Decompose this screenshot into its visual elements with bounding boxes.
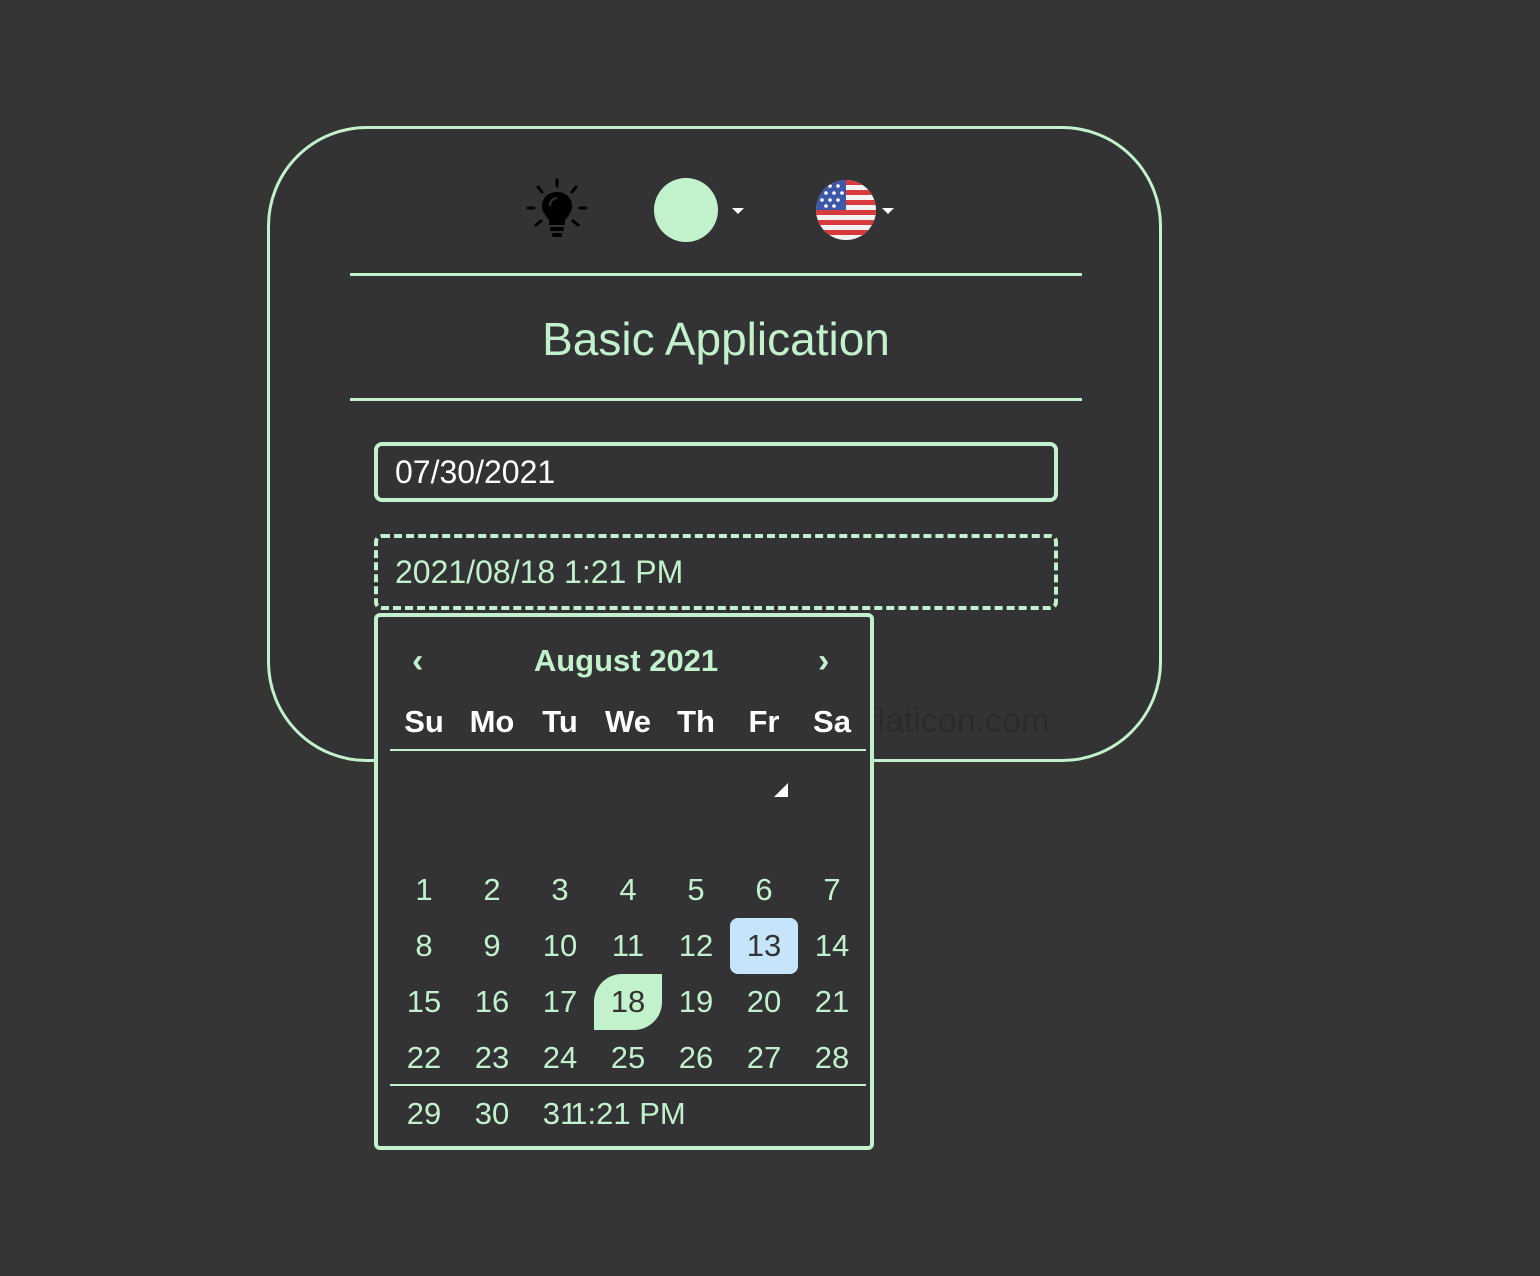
day-cell[interactable]: 11 (594, 918, 662, 974)
datepicker-popup: ‹ August 2021 › Su Mo Tu We Th Fr Sa 123456789… (374, 613, 874, 1150)
day-cell[interactable]: 20 (730, 974, 798, 1030)
day-cell[interactable]: 19 (662, 974, 730, 1030)
us-flag-icon[interactable] (816, 180, 876, 240)
date-input[interactable]: 07/30/2021 (374, 442, 1058, 502)
day-cell[interactable]: 5 (662, 862, 730, 918)
weekday-label: Tu (542, 704, 578, 739)
empty-day-cell (662, 806, 730, 862)
day-cell[interactable]: 27 (730, 1030, 798, 1086)
day-cell[interactable]: 22 (390, 1030, 458, 1086)
time-selector[interactable]: 1:21 PM (390, 1084, 866, 1142)
day-cell[interactable]: 7 (798, 862, 866, 918)
day-cell[interactable]: 8 (390, 918, 458, 974)
day-cell[interactable]: 24 (526, 1030, 594, 1086)
day-cell[interactable]: 23 (458, 1030, 526, 1086)
day-cell[interactable]: 14 (798, 918, 866, 974)
day-cell[interactable]: 18 (594, 974, 662, 1030)
day-cell[interactable]: 16 (458, 974, 526, 1030)
page-title: Basic Application (542, 313, 890, 365)
week-row (390, 806, 866, 862)
day-cell[interactable]: 4 (594, 862, 662, 918)
mouse-cursor-icon (774, 783, 788, 797)
day-cell[interactable]: 2 (458, 862, 526, 918)
empty-day-cell (594, 806, 662, 862)
day-cell[interactable]: 28 (798, 1030, 866, 1086)
day-cell[interactable]: 25 (594, 1030, 662, 1086)
day-cell[interactable]: 10 (526, 918, 594, 974)
lightbulb-icon[interactable] (526, 178, 588, 242)
empty-day-cell (458, 806, 526, 862)
empty-day-cell (730, 806, 798, 862)
day-cell[interactable]: 13 (730, 918, 798, 974)
header-divider-bottom (350, 398, 1082, 401)
weekday-label: Th (677, 704, 715, 739)
day-cell[interactable]: 9 (458, 918, 526, 974)
weekday-label: Mo (469, 704, 515, 739)
empty-day-cell (526, 806, 594, 862)
week-row: 15 16 17 18 19 20 21 (390, 974, 866, 1030)
weekday-label: Fr (748, 704, 780, 739)
week-row: 22 23 24 25 26 27 28 (390, 1030, 866, 1086)
month-title: August 2021 (533, 643, 719, 678)
theme-color-swatch[interactable] (654, 178, 718, 242)
datetime-input[interactable]: 2021/08/18 1:21 PM (374, 534, 1058, 610)
weekday-label: Su (404, 704, 444, 739)
empty-day-cell (390, 806, 458, 862)
header-divider-top (350, 273, 1082, 276)
day-cell[interactable]: 17 (526, 974, 594, 1030)
day-cell[interactable]: 15 (390, 974, 458, 1030)
week-row: 8 9 10 11 12 13 14 (390, 918, 866, 974)
day-cell[interactable]: 1 (390, 862, 458, 918)
day-cell[interactable]: 3 (526, 862, 594, 918)
weekday-label: We (605, 704, 651, 739)
day-cell[interactable]: 21 (798, 974, 866, 1030)
weekday-label: Sa (813, 704, 851, 739)
weekday-header: Su Mo Tu We Th Fr Sa (390, 699, 866, 751)
next-month-button[interactable]: › (818, 641, 829, 681)
credit-text: flaticon.com (868, 702, 1050, 740)
language-dropdown-caret-icon[interactable] (882, 208, 894, 214)
toolbar (0, 178, 1540, 242)
day-cell[interactable]: 12 (662, 918, 730, 974)
theme-dropdown-caret-icon[interactable] (732, 208, 744, 214)
day-cell[interactable]: 26 (662, 1030, 730, 1086)
day-cell[interactable]: 6 (730, 862, 798, 918)
empty-day-cell (798, 806, 866, 862)
week-row: 1234567 (390, 862, 866, 918)
